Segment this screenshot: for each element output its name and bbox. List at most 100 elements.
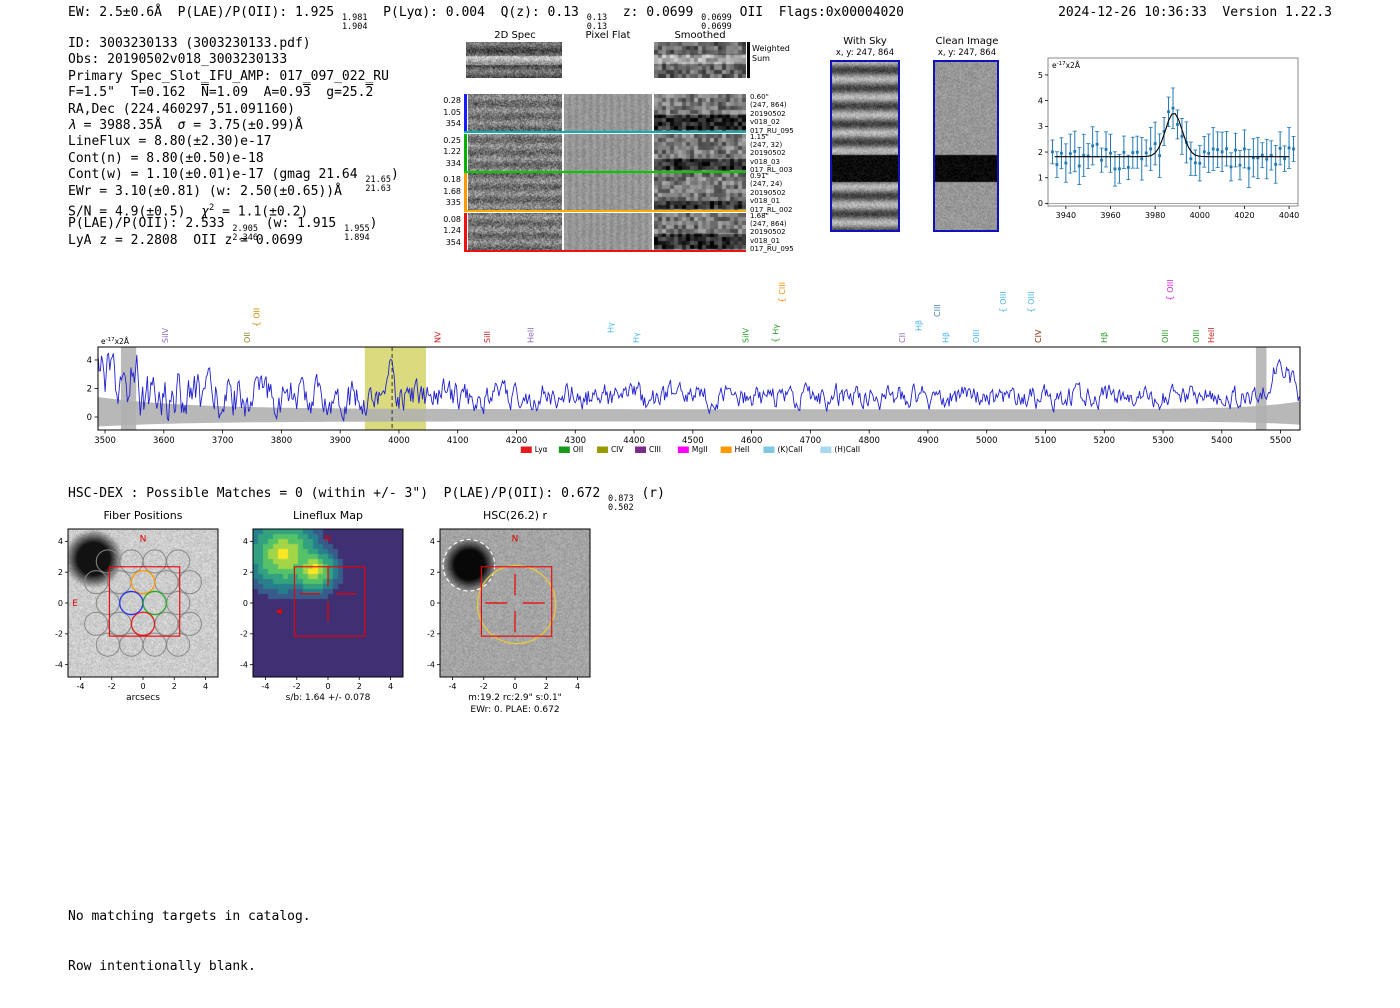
axis-tick-label: 3800 bbox=[271, 436, 293, 446]
axis-tick-label: 0 bbox=[1038, 199, 1043, 208]
cutout-annotation: (247, 864) bbox=[750, 219, 787, 228]
axis-tick-label: 5100 bbox=[1035, 436, 1057, 446]
cutout-row-annotations: 1.15" (247, 32) 20190502 v018_03 017_RL_003 bbox=[750, 133, 826, 175]
column-header-2dspec: 2D Spec bbox=[494, 30, 536, 41]
emission-line-label: Hγ bbox=[632, 332, 641, 343]
axis-tick-label: 5000 bbox=[976, 436, 998, 446]
cutout-scale-value: 1.05 bbox=[443, 107, 461, 117]
emission-line-label: { OIII bbox=[1027, 291, 1037, 313]
axis-box bbox=[1047, 57, 1299, 207]
axis-tick-label: 3900 bbox=[329, 436, 351, 446]
cutout-scale-value: 0.28 bbox=[443, 96, 461, 105]
info-line: Cont(n) = 8.80(±0.50)e-18 bbox=[68, 150, 264, 166]
cutout-annotation: 20190502 bbox=[750, 188, 786, 197]
with-sky-title: With Sky bbox=[843, 36, 887, 47]
cutout-row-underline bbox=[464, 249, 746, 252]
axis-tick-label: 3980 bbox=[1145, 211, 1165, 220]
detection-info-block: ID: 3003230133 (3003230133.pdf) Obs: 2019… bbox=[68, 36, 399, 249]
legend-label: CIII bbox=[649, 445, 661, 454]
fiber-positions-title: Fiber Positions bbox=[103, 509, 183, 522]
info-line: ID: 3003230133 (3003230133.pdf) bbox=[68, 36, 311, 51]
uncertainty-range: 1.955 1.894 bbox=[344, 224, 370, 244]
axis-tick-label: 5300 bbox=[1152, 436, 1174, 446]
axis-tick-label: 4400 bbox=[623, 436, 645, 446]
cutout-annotation: 0.91" bbox=[750, 172, 769, 180]
legend-label: (H)CaII bbox=[834, 445, 860, 454]
axis-tick-label: 5200 bbox=[1093, 436, 1115, 446]
cutout-scale-value: 354 bbox=[445, 237, 461, 247]
uncertainty-range: 0.873 0.502 bbox=[608, 494, 634, 513]
axis-tick-label: -2 bbox=[293, 682, 301, 691]
axis-tick-label: 0 bbox=[87, 413, 92, 423]
cutout-image-smoothed bbox=[654, 212, 746, 250]
axis-tick-label: 4000 bbox=[388, 436, 410, 446]
legend-label: (K)CaII bbox=[777, 445, 802, 454]
legend-swatch bbox=[720, 446, 732, 453]
hsc-cutout-stats: EWr: 0. PLAE: 0.672 bbox=[470, 705, 560, 715]
cutout-scale-value: 0.08 bbox=[443, 214, 461, 224]
axis-tick-label: 2 bbox=[430, 568, 435, 577]
axis-tick-label: 0 bbox=[325, 682, 330, 691]
uncertainty-range: 1.981 1.904 bbox=[341, 13, 368, 32]
gaussian-fit-line bbox=[1054, 112, 1290, 158]
legend-label: HeII bbox=[735, 445, 750, 454]
flux-units-annotation: e-17x2Å bbox=[1052, 61, 1081, 70]
cutout-image-pixelflat bbox=[564, 173, 652, 210]
axis-tick-label: 4 bbox=[243, 537, 248, 546]
axis-tick-label: 2 bbox=[357, 682, 362, 691]
panelFiber-image bbox=[68, 529, 218, 677]
emission-line-label: CIII bbox=[933, 304, 942, 317]
axis-tick-label: 4 bbox=[58, 537, 63, 546]
cutout-annotation: 0.60" bbox=[750, 93, 769, 101]
emission-line-label: HeII bbox=[1207, 327, 1216, 343]
flux-units-annotation: e-17x2Å bbox=[101, 337, 130, 346]
cutout-scale-value: 354 bbox=[445, 119, 461, 128]
axis-tick-label: 3 bbox=[1038, 122, 1043, 131]
emission-line-label: Hγ bbox=[606, 322, 615, 333]
cutout-annotation: v018_02 bbox=[750, 118, 780, 127]
clean-image-frame bbox=[933, 60, 999, 232]
emission-line-label: NV bbox=[434, 331, 443, 343]
axis-tick-label: -4 bbox=[77, 682, 85, 691]
info-line: P(LAE)/P(OII): 2.533 2.905 2.346 (w: 1.91… bbox=[68, 216, 378, 244]
legend-label: OII bbox=[573, 445, 583, 454]
axis-tick-label: 5400 bbox=[1211, 436, 1233, 446]
cutout-annotation: (247, 24) bbox=[750, 180, 783, 189]
cutout-annotation: 20190502 bbox=[750, 149, 786, 158]
axis-tick-label: 3940 bbox=[1056, 211, 1076, 220]
catalog-note: No matching targets in catalog. Row inte… bbox=[68, 876, 311, 1008]
axis-tick-label: 3700 bbox=[212, 436, 234, 446]
axis-tick-label: 4 bbox=[1038, 96, 1043, 105]
cutout-annotation: 1.15" bbox=[750, 132, 769, 141]
emission-line-label: { OII bbox=[252, 308, 262, 327]
uncertainty-range: 21.65 21.63 bbox=[365, 175, 392, 195]
cutout-row-scale-labels: 0.08 1.24 354 bbox=[430, 214, 461, 249]
cutout-annotation: v018_01 bbox=[750, 197, 780, 206]
axis-tick-label: 4 bbox=[203, 682, 208, 691]
axis-tick-label: 4800 bbox=[858, 436, 880, 446]
cutout-annotation: 017_RU_095 bbox=[750, 245, 794, 254]
cutout-image-smoothed bbox=[654, 94, 746, 131]
cutout-annotation: (247, 32) bbox=[750, 140, 783, 149]
cutout-scale-value: 1.68 bbox=[443, 186, 461, 196]
cutout-image-2dspec bbox=[468, 94, 562, 131]
cutout-scale-value: 0.25 bbox=[443, 135, 461, 145]
hsc-cutout-title: HSC(26.2) r bbox=[482, 509, 548, 522]
axis-tick-label: -4 bbox=[262, 682, 270, 691]
axis-tick-label: 3600 bbox=[153, 436, 175, 446]
axis-tick-label: 0 bbox=[512, 682, 517, 691]
legend-swatch bbox=[763, 446, 775, 453]
emission-line-label: SiIV bbox=[161, 327, 170, 343]
emission-line-label: SiII bbox=[483, 331, 492, 343]
legend-swatch bbox=[820, 446, 832, 453]
cutout-row-scale-labels: 0.28 1.05 354 bbox=[430, 95, 461, 130]
cutout-image-2dspec bbox=[468, 173, 562, 210]
cutout-row-bracket bbox=[464, 133, 467, 171]
axis-tick-label: 4 bbox=[87, 356, 92, 366]
legend-label: MgII bbox=[692, 445, 708, 454]
header-timestamp: 2024-12-26 10:36:33 Version 1.22.3 bbox=[1058, 5, 1332, 20]
axis-tick-label: -4 bbox=[449, 682, 457, 691]
axis-tick-label: -2 bbox=[108, 682, 116, 691]
emission-line-label: { OIII bbox=[999, 291, 1009, 313]
axis-tick-label: 2 bbox=[1038, 148, 1043, 157]
